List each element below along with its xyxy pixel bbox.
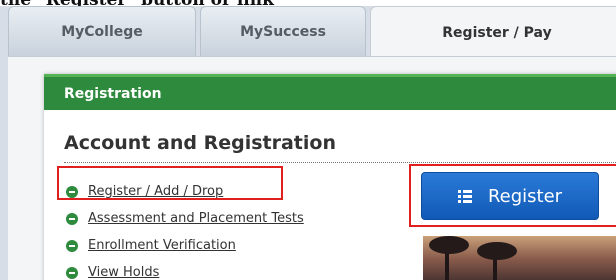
- minus-circle-icon: [66, 212, 78, 225]
- section-divider: [64, 162, 616, 163]
- palm-fronds: [429, 236, 469, 254]
- tab-register-pay[interactable]: Register / Pay: [370, 6, 616, 58]
- card-header: Registration: [44, 74, 616, 110]
- tab-mycollege[interactable]: MyCollege: [8, 6, 196, 56]
- section-title: Account and Registration: [64, 132, 336, 154]
- palm-fronds: [477, 242, 517, 260]
- minus-circle-icon: [66, 239, 78, 252]
- tab-mysuccess[interactable]: MySuccess: [200, 6, 366, 56]
- highlight-register-add-drop: [57, 166, 283, 200]
- link-assessment-placement[interactable]: Assessment and Placement Tests: [66, 205, 304, 232]
- highlight-register-button: [409, 164, 616, 227]
- minus-circle-icon: [66, 266, 78, 279]
- link-enrollment-verification[interactable]: Enrollment Verification: [66, 232, 304, 259]
- link-view-holds[interactable]: View Holds: [66, 259, 304, 280]
- campus-photo: [423, 236, 616, 280]
- link-label[interactable]: Enrollment Verification: [88, 238, 236, 253]
- main-tabs: MyCollege MySuccess Register / Pay: [8, 6, 616, 58]
- link-label[interactable]: View Holds: [88, 265, 159, 280]
- link-label[interactable]: Assessment and Placement Tests: [88, 211, 304, 226]
